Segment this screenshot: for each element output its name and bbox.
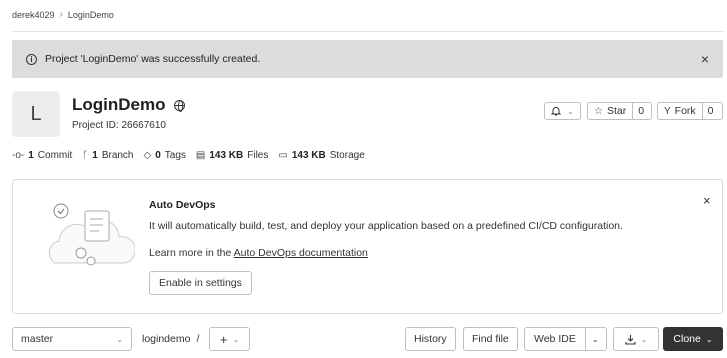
tags-link[interactable]: ◇ 0 Tags [144, 150, 186, 161]
chevron-down-icon: ⌄ [705, 334, 713, 344]
add-to-tree-dropdown[interactable]: + ⌄ [209, 327, 250, 351]
tag-count: 0 [155, 150, 161, 161]
storage-link[interactable]: ▭ 143 KB Storage [278, 150, 364, 161]
star-count[interactable]: 0 [632, 103, 649, 119]
branch-label: Branch [101, 150, 134, 161]
devops-illustration [48, 203, 135, 266]
breadcrumb-project-link[interactable]: LoginDemo [68, 10, 114, 20]
storage-icon: ▭ [278, 150, 288, 161]
project-title-row: LoginDemo [72, 95, 185, 115]
devops-learn-more: Learn more in the Auto DevOps documentat… [149, 247, 368, 259]
branch-icon: ᚴ [82, 150, 89, 161]
commit-count: 1 [28, 150, 34, 161]
download-dropdown[interactable]: ⌄ [613, 327, 659, 351]
web-ide-dropdown-toggle[interactable]: ⌄ [584, 328, 605, 350]
star-button[interactable]: ☆ Star 0 [587, 102, 652, 120]
star-icon: ☆ [594, 105, 603, 117]
project-stats: -o- 1 Commit ᚴ 1 Branch ◇ 0 Tags ▤ 143 KB Files … [12, 150, 365, 161]
files-link[interactable]: ▤ 143 KB Files [196, 150, 268, 161]
branch-count: 1 [92, 150, 98, 161]
devops-title: Auto DevOps [149, 199, 216, 211]
alert-message: Project 'LoginDemo' was successfully cre… [45, 53, 261, 65]
chevron-down-icon: ⌄ [232, 334, 240, 344]
chevron-down-icon: ⌄ [591, 334, 599, 344]
branches-link[interactable]: ᚴ 1 Branch [82, 150, 133, 161]
web-ide-button[interactable]: Web IDE ⌄ [524, 327, 607, 351]
globe-icon [173, 99, 185, 112]
info-icon: i [26, 53, 37, 65]
clone-label: Clone [673, 333, 701, 345]
path-separator: / [196, 333, 200, 345]
branch-selector[interactable]: master ⌄ [12, 327, 132, 351]
commit-label: Commit [37, 150, 73, 161]
tag-icon: ◇ [143, 150, 152, 161]
project-name: LoginDemo [72, 95, 166, 114]
devops-close-button[interactable]: × [703, 193, 711, 208]
breadcrumb-separator: › [59, 9, 63, 20]
project-id: Project ID: 26667610 [72, 120, 166, 131]
storage-size: 143 KB [291, 150, 326, 161]
fork-label: Fork [674, 105, 696, 117]
storage-label: Storage [329, 150, 365, 161]
tag-label: Tags [164, 150, 186, 161]
chevron-down-icon: ⌄ [116, 334, 123, 344]
star-label: Star [606, 105, 627, 117]
project-avatar: L [12, 91, 60, 137]
success-alert: i Project 'LoginDemo' was successfully c… [12, 40, 723, 78]
repo-root-link[interactable]: logindemo [142, 333, 190, 345]
files-label: Files [247, 150, 269, 161]
chevron-down-icon: ⌄ [567, 106, 574, 116]
files-icon: ▤ [195, 150, 206, 161]
fork-icon: Y [664, 105, 671, 117]
notification-dropdown[interactable]: ⌄ [544, 102, 581, 120]
breadcrumb: derek4029 › LoginDemo [12, 9, 114, 20]
branch-name: master [21, 333, 54, 345]
files-size: 143 KB [209, 150, 244, 161]
bell-icon [551, 107, 562, 116]
clone-dropdown[interactable]: Clone ⌄ [663, 327, 723, 351]
commit-icon: -o- [12, 150, 25, 161]
find-file-button[interactable]: Find file [463, 327, 518, 351]
alert-close-button[interactable]: × [701, 51, 709, 67]
header-divider [12, 31, 723, 32]
devops-docs-link[interactable]: Auto DevOps documentation [234, 247, 368, 259]
download-icon [625, 334, 636, 345]
web-ide-label[interactable]: Web IDE [525, 328, 585, 350]
chevron-down-icon: ⌄ [640, 334, 648, 344]
devops-description: It will automatically build, test, and d… [149, 220, 623, 232]
breadcrumb-user-link[interactable]: derek4029 [12, 10, 55, 20]
enable-in-settings-button[interactable]: Enable in settings [149, 271, 252, 295]
fork-button[interactable]: Y Fork 0 [657, 102, 723, 120]
plus-icon: + [219, 331, 228, 347]
learn-prefix: Learn more in the [149, 247, 234, 259]
fork-count[interactable]: 0 [701, 103, 719, 119]
repo-path: logindemo / [142, 333, 199, 345]
commits-link[interactable]: -o- 1 Commit [12, 150, 72, 161]
history-button[interactable]: History [405, 327, 456, 351]
